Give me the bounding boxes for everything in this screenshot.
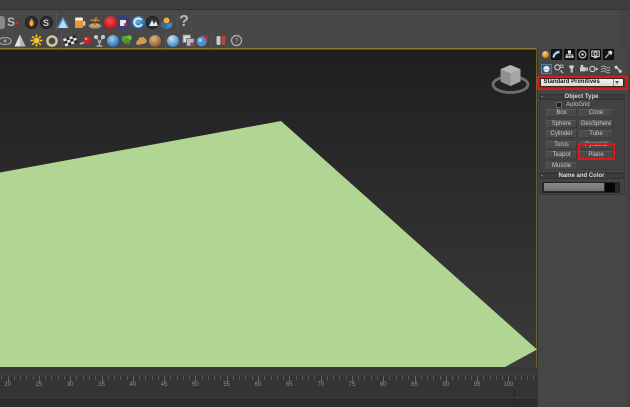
svg-text:?: ? (235, 38, 239, 45)
